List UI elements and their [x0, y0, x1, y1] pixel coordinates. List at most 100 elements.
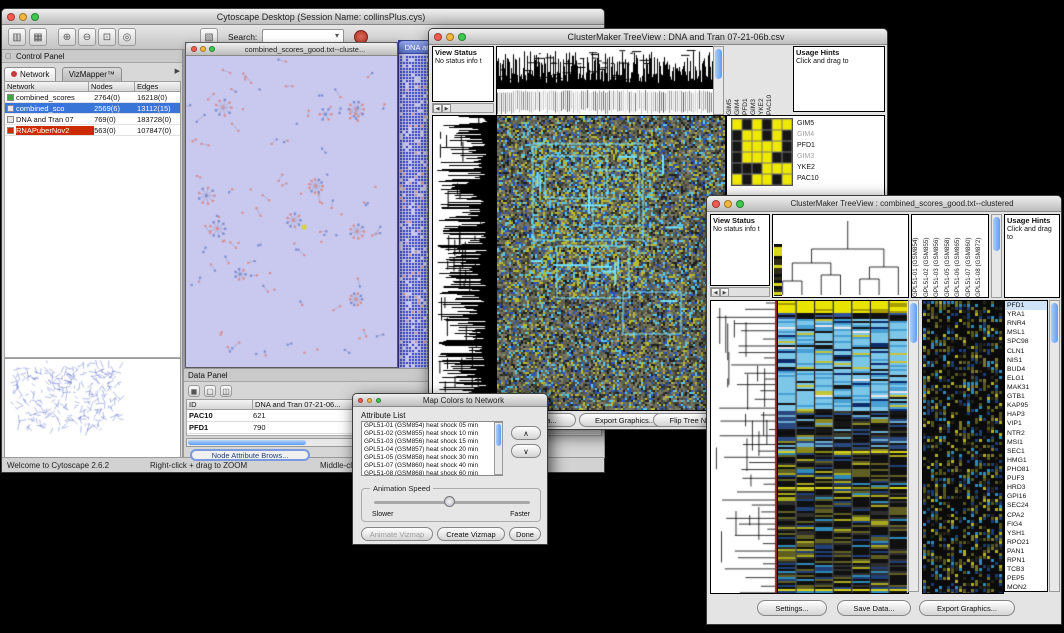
save-session-icon[interactable]: ▦	[29, 28, 47, 46]
gene-list-item[interactable]: HRD3	[1005, 483, 1047, 492]
gene-list-item[interactable]: YRA1	[1005, 310, 1047, 319]
col-edges[interactable]: Edges	[135, 81, 179, 92]
heatmap-vscrollbar[interactable]	[908, 300, 919, 592]
close-button[interactable]	[358, 398, 363, 403]
gene-list-item[interactable]: CLN1	[1005, 347, 1047, 356]
gene-list-item[interactable]: NTR2	[1005, 429, 1047, 438]
network-overview-canvas[interactable]	[6, 360, 180, 457]
attribute-list-item[interactable]: GPL51-07 (GSM860) heat shock 40 min	[362, 462, 502, 470]
treeview2-top-vscrollbar[interactable]	[991, 214, 1002, 298]
vscroll-thumb[interactable]	[715, 49, 722, 79]
close-button[interactable]	[434, 33, 442, 41]
gene-list-item[interactable]: CPA2	[1005, 511, 1047, 520]
vscroll-thumb[interactable]	[993, 217, 1000, 251]
create-vizmap-button[interactable]: Create Vizmap	[437, 527, 505, 541]
scroll-right-icon[interactable]: ▶	[442, 104, 451, 113]
zoom-in-icon[interactable]: ⊕	[58, 28, 76, 46]
hscroll-thumb[interactable]	[188, 440, 306, 445]
column-dendrogram-area[interactable]	[772, 214, 909, 298]
export-graphics-button[interactable]: Export Graphics...	[919, 600, 1015, 616]
network-table-row[interactable]: RNAPuberNov2 563(0) 107847(0)	[5, 125, 180, 136]
attribute-list[interactable]: GPL51-01 (GSM854) heat shock 05 minGPL51…	[361, 421, 503, 476]
zoom-selected-icon[interactable]: ◎	[118, 28, 136, 46]
column-dendrogram-canvas[interactable]	[773, 215, 908, 297]
gene-list-item[interactable]: HMG1	[1005, 456, 1047, 465]
network-view-window[interactable]: combined_scores_good.txt--cluste...	[185, 42, 398, 368]
attribute-list-item[interactable]: GPL51-08 (GSM868) heat shock 60 min	[362, 470, 502, 476]
gene-list-item[interactable]: MAK31	[1005, 383, 1047, 392]
gene-list-item[interactable]: SPC98	[1005, 337, 1047, 346]
minimize-button[interactable]	[724, 200, 732, 208]
selection-heatmap-canvas[interactable]	[922, 300, 1004, 594]
tab-overflow-arrow[interactable]: ▶	[175, 67, 180, 75]
attribute-list-item[interactable]: GPL51-03 (GSM856) heat shock 15 min	[362, 438, 502, 446]
scroll-right-icon[interactable]: ▶	[720, 288, 729, 297]
attr-delete-icon[interactable]: ◫	[220, 385, 232, 397]
network-graph-canvas[interactable]	[186, 56, 397, 367]
gene-list-item[interactable]: VIP1	[1005, 419, 1047, 428]
animate-vizmap-button[interactable]: Animate Vizmap	[361, 527, 433, 541]
attribute-list-item[interactable]: GPL51-05 (GSM858) heat shock 30 min	[362, 454, 502, 462]
gene-list-item[interactable]: ELG1	[1005, 374, 1047, 383]
network-table-row[interactable]: combined_scores 2764(0) 16218(0)	[5, 92, 180, 103]
zoom-window-button[interactable]	[209, 46, 215, 52]
gene-list-item[interactable]: FIG4	[1005, 520, 1047, 529]
gene-list-item[interactable]: TCB3	[1005, 565, 1047, 574]
node-attribute-browser-tab[interactable]: Node Attribute Brows...	[190, 449, 310, 461]
save-data-button[interactable]: Save Data...	[837, 600, 911, 616]
attr-create-icon[interactable]: ▢	[204, 385, 216, 397]
gene-list-item[interactable]: GTB1	[1005, 392, 1047, 401]
gene-list-scrollbar[interactable]	[1049, 300, 1060, 592]
gene-list-item[interactable]: SEC1	[1005, 447, 1047, 456]
gene-list-item[interactable]: RPN1	[1005, 556, 1047, 565]
zoom-window-button[interactable]	[736, 200, 744, 208]
gene-list-item[interactable]: MSL1	[1005, 328, 1047, 337]
vscroll-thumb[interactable]	[910, 303, 917, 343]
cytoscape-titlebar[interactable]: Cytoscape Desktop (Session Name: collins…	[2, 9, 604, 25]
minimize-button[interactable]	[446, 33, 454, 41]
gene-list-item[interactable]: RNR4	[1005, 319, 1047, 328]
scroll-left-icon[interactable]: ◀	[711, 288, 720, 297]
heatmap-canvas[interactable]	[496, 115, 726, 411]
attr-select-icon[interactable]: ◼	[188, 385, 200, 397]
gene-list-item[interactable]: NIS1	[1005, 356, 1047, 365]
move-up-button[interactable]: ∧	[511, 426, 541, 440]
attribute-list-item[interactable]: GPL51-04 (GSM857) heat shock 20 min	[362, 446, 502, 454]
zoom-window-button[interactable]	[458, 33, 466, 41]
heatmap-canvas[interactable]	[777, 300, 909, 594]
row-dendrogram-canvas[interactable]	[432, 115, 496, 411]
gene-list-item[interactable]: KAP95	[1005, 401, 1047, 410]
gene-list-item[interactable]: RPO21	[1005, 538, 1047, 547]
treeview2-titlebar[interactable]: ClusterMaker TreeView : combined_scores_…	[707, 196, 1061, 212]
open-session-icon[interactable]: ▥	[8, 28, 26, 46]
close-button[interactable]	[7, 13, 15, 21]
close-button[interactable]	[712, 200, 720, 208]
gene-list-item[interactable]: PEP5	[1005, 574, 1047, 583]
network-overview-panel[interactable]	[4, 358, 181, 458]
scroll-left-icon[interactable]: ◀	[433, 104, 442, 113]
search-dropdown-icon[interactable]: ▾	[335, 31, 339, 40]
minimize-button[interactable]	[200, 46, 206, 52]
minimize-button[interactable]	[367, 398, 372, 403]
gene-list-item[interactable]: GPI16	[1005, 492, 1047, 501]
gene-list-item[interactable]: YSH1	[1005, 529, 1047, 538]
treeview1-titlebar[interactable]: ClusterMaker TreeView : DNA and Tran 07-…	[429, 29, 887, 45]
done-button[interactable]: Done	[509, 527, 541, 541]
gene-list-item[interactable]: MON2	[1005, 583, 1047, 592]
move-down-button[interactable]: ∨	[511, 444, 541, 458]
zoom-fit-icon[interactable]: ⊡	[98, 28, 116, 46]
network-view-titlebar[interactable]: combined_scores_good.txt--cluste...	[186, 43, 397, 56]
row-dendrogram-canvas[interactable]	[710, 300, 778, 594]
attribute-list-scrollbar[interactable]	[494, 422, 503, 475]
zoom-window-button[interactable]	[376, 398, 381, 403]
col-network[interactable]: Network	[5, 81, 89, 92]
minimize-button[interactable]	[19, 13, 27, 21]
attribute-list-item[interactable]: GPL51-02 (GSM855) heat shock 10 min	[362, 430, 502, 438]
speed-slider-thumb[interactable]	[444, 496, 455, 507]
close-button[interactable]	[191, 46, 197, 52]
column-dendrogram-canvas[interactable]	[496, 46, 714, 90]
gene-list-item[interactable]: PUF3	[1005, 474, 1047, 483]
similarity-matrix-canvas[interactable]	[731, 118, 793, 186]
view-status-scrollstrip[interactable]: ◀ ▶	[710, 287, 770, 297]
zoom-out-icon[interactable]: ⊖	[78, 28, 96, 46]
